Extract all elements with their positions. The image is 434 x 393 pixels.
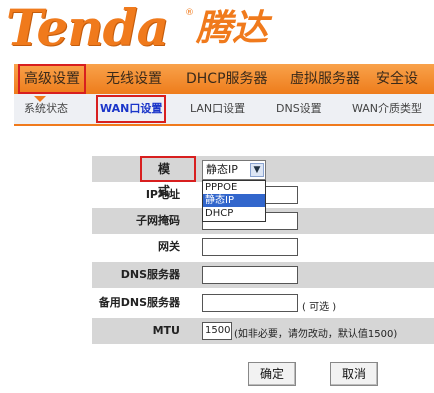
main-tab-advanced[interactable]: 高级设置 bbox=[18, 64, 86, 94]
subnet-label: 子网掩码 bbox=[136, 214, 180, 227]
gateway-label: 网关 bbox=[158, 240, 180, 253]
mtu-hint: (如非必要，请勿改动，默认值1500) bbox=[234, 329, 398, 340]
dns-row: DNS服务器 bbox=[92, 262, 434, 288]
dns-input[interactable] bbox=[202, 266, 298, 284]
main-nav: 高级设置 无线设置 DHCP服务器 虚拟服务器 安全设 bbox=[14, 64, 434, 94]
mode-option-static-ip[interactable]: 静态IP bbox=[203, 194, 265, 207]
gateway-input[interactable] bbox=[202, 238, 298, 256]
ip-label: IP地址 bbox=[145, 188, 180, 201]
active-tab-pointer bbox=[34, 96, 46, 102]
sub-nav: 系统状态 WAN口设置 LAN口设置 DNS设置 WAN介质类型 bbox=[14, 94, 434, 126]
mode-select[interactable]: 静态IP ▼ bbox=[202, 160, 266, 180]
registered-mark: ® bbox=[185, 8, 194, 18]
mode-option-pppoe[interactable]: PPPOE bbox=[203, 181, 265, 194]
mtu-input[interactable]: 1500 bbox=[202, 322, 232, 340]
header: Tenda ® 腾达 bbox=[0, 0, 434, 64]
main-tab-dhcp[interactable]: DHCP服务器 bbox=[186, 64, 268, 94]
dns2-optional-hint: ( 可选 ) bbox=[302, 302, 337, 313]
dns2-row: 备用DNS服务器 bbox=[92, 290, 434, 316]
tenda-logo: Tenda bbox=[6, 0, 169, 57]
mode-option-dhcp[interactable]: DHCP bbox=[203, 207, 265, 220]
sub-tab-wan-media-type[interactable]: WAN介质类型 bbox=[352, 94, 422, 124]
main-tab-wireless[interactable]: 无线设置 bbox=[106, 64, 162, 94]
chevron-down-icon[interactable]: ▼ bbox=[250, 163, 264, 177]
main-tab-virtual-server[interactable]: 虚拟服务器 bbox=[290, 64, 360, 94]
mode-dropdown-list: PPPOE 静态IP DHCP bbox=[202, 180, 266, 222]
gateway-row: 网关 bbox=[92, 234, 434, 260]
sub-tab-dns-settings[interactable]: DNS设置 bbox=[276, 94, 322, 124]
mode-label-highlight: 模 式 bbox=[140, 156, 196, 198]
tenda-logo-chinese: 腾达 bbox=[196, 7, 269, 49]
mtu-label: MTU bbox=[152, 324, 180, 337]
sub-tab-lan-settings[interactable]: LAN口设置 bbox=[190, 94, 245, 124]
cancel-button[interactable]: 取消 bbox=[330, 362, 378, 386]
sub-tab-system-status[interactable]: 系统状态 bbox=[24, 94, 68, 124]
dns-label: DNS服务器 bbox=[120, 268, 180, 281]
dns2-input[interactable] bbox=[202, 294, 298, 312]
main-tab-security[interactable]: 安全设 bbox=[376, 64, 418, 94]
sub-tab-wan-settings[interactable]: WAN口设置 bbox=[96, 95, 167, 123]
dns2-label: 备用DNS服务器 bbox=[98, 296, 180, 309]
mode-select-value: 静态IP bbox=[206, 163, 238, 176]
mode-label: 模 式 bbox=[157, 162, 178, 198]
confirm-button[interactable]: 确定 bbox=[248, 362, 296, 386]
